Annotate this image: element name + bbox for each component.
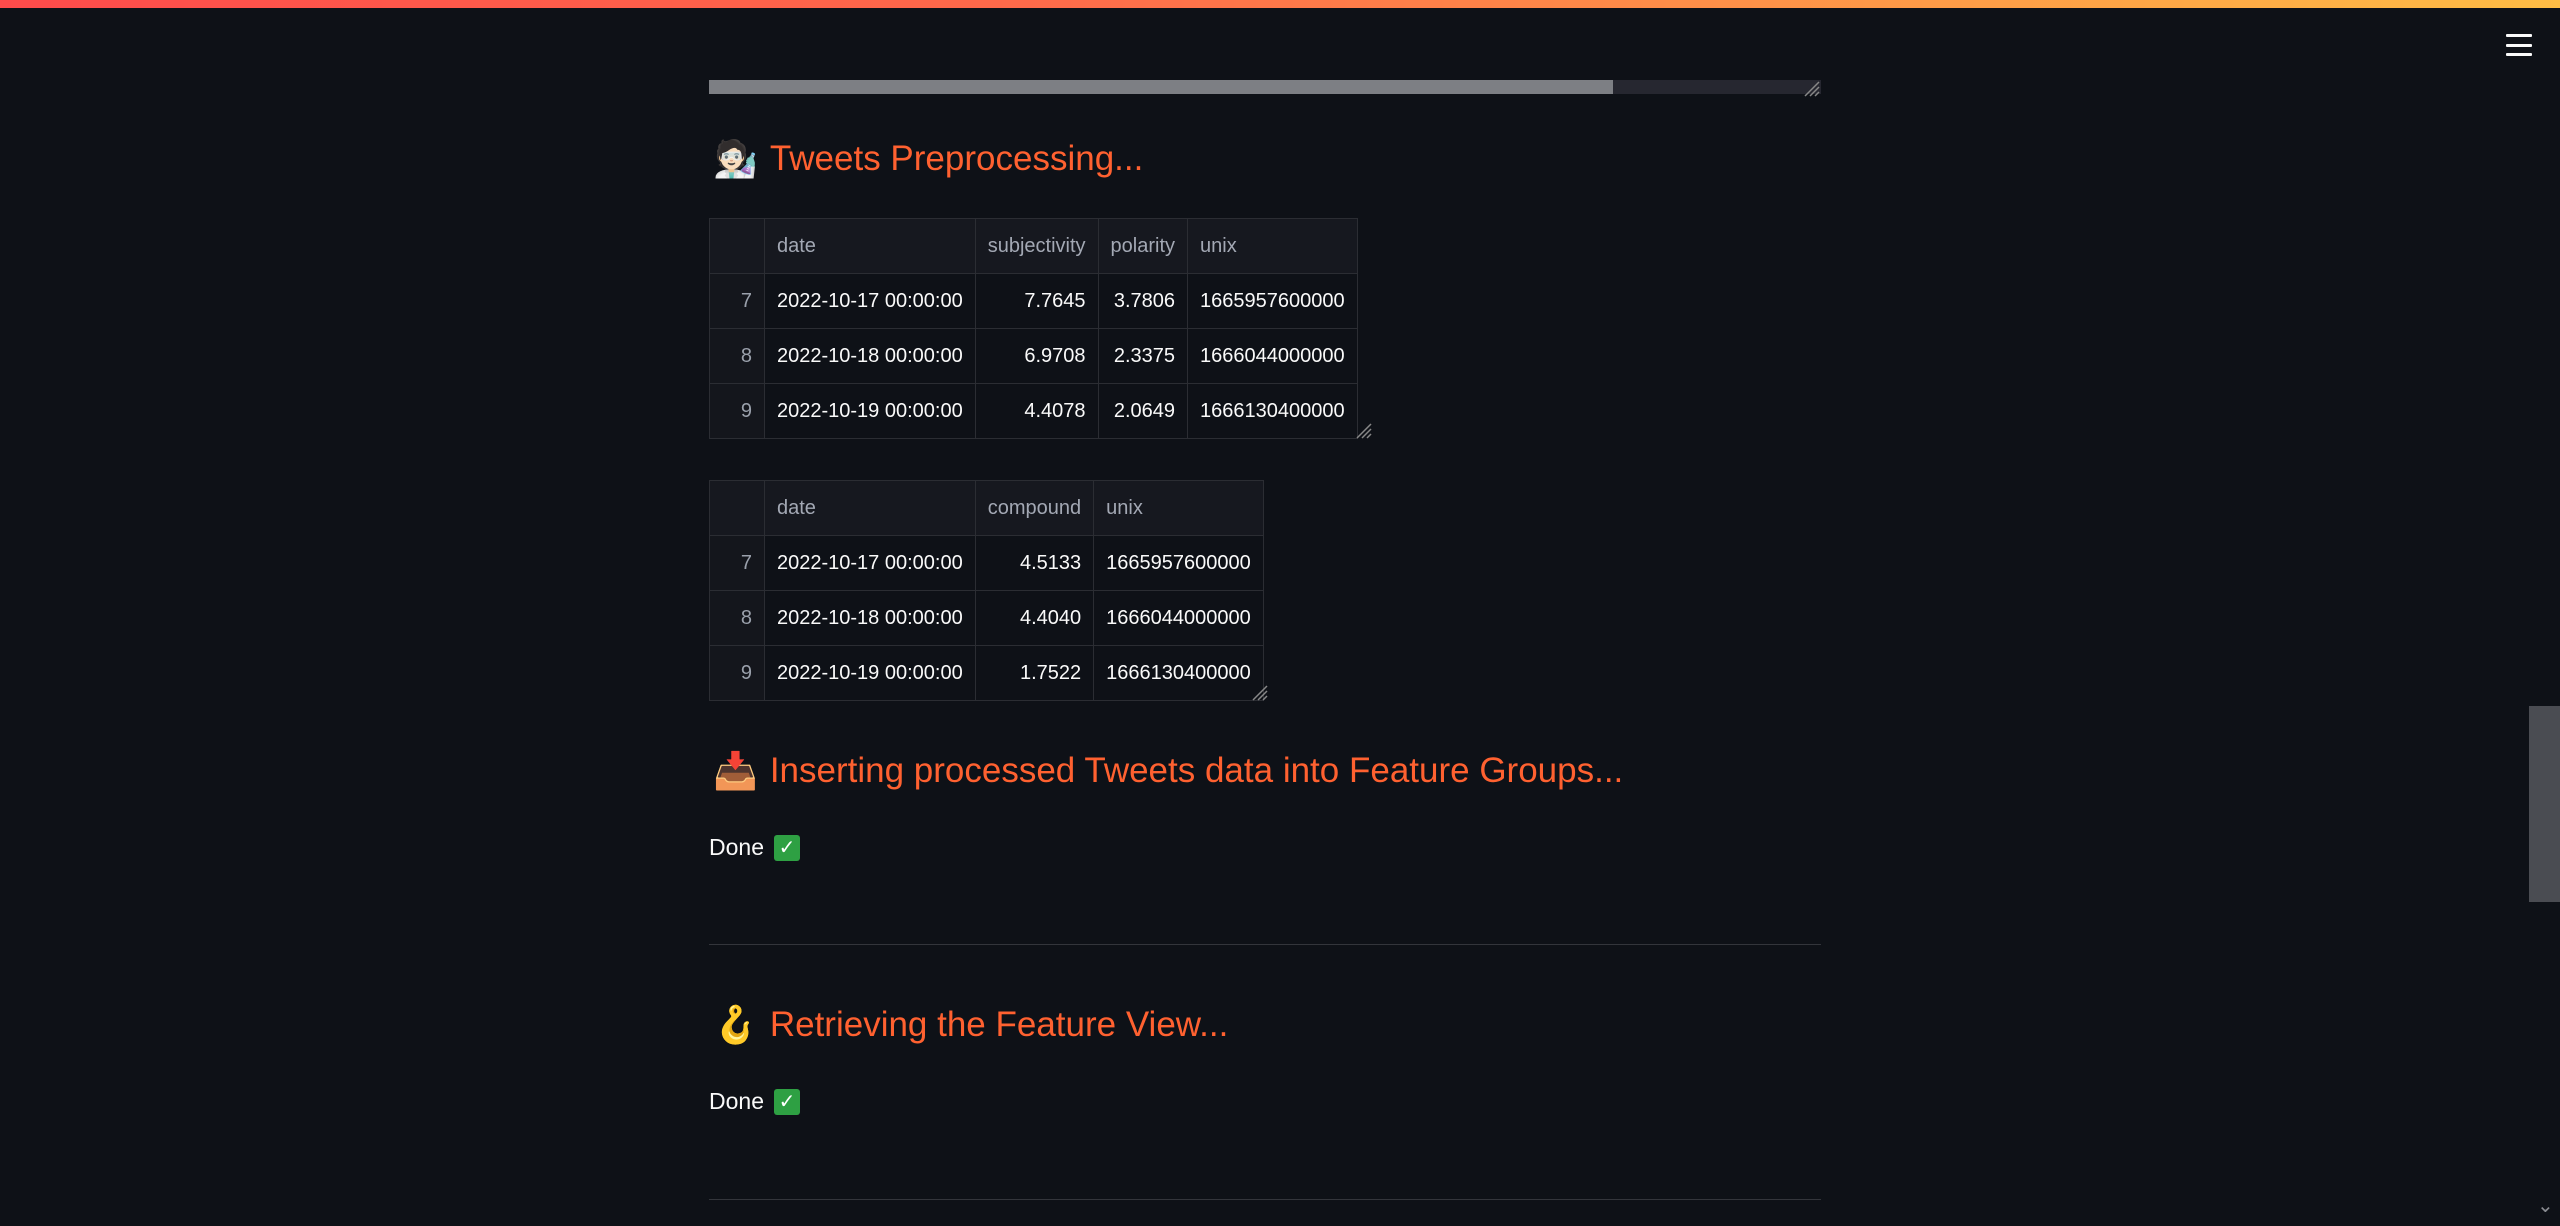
table-row: 7 2022-10-17 00:00:00 7.7645 3.7806 1665…	[709, 273, 1358, 329]
status-text: Done	[709, 834, 764, 860]
column-header-date[interactable]: date	[764, 480, 976, 536]
cell-subjectivity[interactable]: 4.4078	[974, 383, 1099, 439]
cell-date[interactable]: 2022-10-18 00:00:00	[764, 328, 976, 384]
cell-compound[interactable]: 1.7522	[974, 645, 1095, 701]
cell-date[interactable]: 2022-10-19 00:00:00	[764, 383, 976, 439]
cell-compound[interactable]: 4.5133	[974, 535, 1095, 591]
cell-subjectivity[interactable]: 7.7645	[974, 273, 1099, 329]
dataframe-sentiment[interactable]: date subjectivity polarity unix 7 2022-1…	[709, 218, 1358, 439]
resize-grip-icon[interactable]	[1799, 76, 1821, 98]
progress-fill	[709, 80, 1614, 94]
hook-icon: 🪝	[713, 1005, 758, 1046]
row-index: 8	[709, 328, 765, 384]
scrollbar-thumb[interactable]	[2529, 706, 2560, 902]
cell-unix[interactable]: 1666130400000	[1187, 383, 1358, 439]
chevron-down-icon[interactable]: ⌄	[2537, 1196, 2554, 1216]
cell-unix[interactable]: 1666130400000	[1093, 645, 1264, 701]
cell-subjectivity[interactable]: 6.9708	[974, 328, 1099, 384]
divider	[709, 944, 1821, 945]
page-scrollbar[interactable]	[2528, 60, 2560, 1226]
table-row: 9 2022-10-19 00:00:00 4.4078 2.0649 1666…	[709, 383, 1358, 439]
menu-line	[2506, 43, 2532, 47]
progress-bar	[709, 80, 1821, 97]
column-header-unix[interactable]: unix	[1093, 480, 1264, 536]
divider	[709, 1199, 1821, 1200]
section-title-text: Inserting processed Tweets data into Fea…	[769, 751, 1624, 790]
cell-date[interactable]: 2022-10-19 00:00:00	[764, 645, 976, 701]
cell-date[interactable]: 2022-10-17 00:00:00	[764, 535, 976, 591]
index-header	[709, 218, 765, 274]
table-row: 7 2022-10-17 00:00:00 4.5133 16659576000…	[709, 535, 1264, 591]
cell-polarity[interactable]: 2.3375	[1097, 328, 1189, 384]
cell-unix[interactable]: 1666044000000	[1093, 590, 1264, 646]
table-header-row: date subjectivity polarity unix	[709, 218, 1358, 274]
menu-line	[2506, 53, 2532, 56]
cell-unix[interactable]: 1665957600000	[1187, 273, 1358, 329]
table-row: 9 2022-10-19 00:00:00 1.7522 16661304000…	[709, 645, 1264, 701]
hamburger-menu-icon[interactable]	[2506, 34, 2532, 56]
section-title-text: Tweets Preprocessing...	[769, 139, 1144, 178]
table-row: 8 2022-10-18 00:00:00 6.9708 2.3375 1666…	[709, 328, 1358, 384]
check-mark-icon: ✓	[773, 1088, 800, 1115]
row-index: 9	[709, 645, 765, 701]
column-header-polarity[interactable]: polarity	[1097, 218, 1189, 274]
section-title-inserting: 📥 Inserting processed Tweets data into F…	[713, 750, 1623, 792]
section-title-retrieving: 🪝 Retrieving the Feature View...	[713, 1004, 1228, 1046]
column-header-compound[interactable]: compound	[974, 480, 1095, 536]
scientist-icon: 🧑🏻‍🔬	[713, 139, 758, 180]
table-row: 8 2022-10-18 00:00:00 4.4040 16660440000…	[709, 590, 1264, 646]
section-title-text: Retrieving the Feature View...	[769, 1005, 1229, 1044]
cell-polarity[interactable]: 2.0649	[1097, 383, 1189, 439]
status-text: Done	[709, 1088, 764, 1114]
row-index: 7	[709, 273, 765, 329]
index-header	[709, 480, 765, 536]
cell-polarity[interactable]: 3.7806	[1097, 273, 1189, 329]
column-header-date[interactable]: date	[764, 218, 976, 274]
main-content: 🧑🏻‍🔬 Tweets Preprocessing... date subjec…	[709, 0, 1821, 1226]
inbox-tray-icon: 📥	[713, 751, 758, 792]
status-done: Done ✓	[709, 1088, 800, 1115]
section-title-preprocessing: 🧑🏻‍🔬 Tweets Preprocessing...	[713, 138, 1143, 180]
row-index: 8	[709, 590, 765, 646]
row-index: 9	[709, 383, 765, 439]
cell-compound[interactable]: 4.4040	[974, 590, 1095, 646]
cell-unix[interactable]: 1665957600000	[1093, 535, 1264, 591]
table-header-row: date compound unix	[709, 480, 1264, 536]
menu-line	[2506, 34, 2532, 37]
cell-date[interactable]: 2022-10-18 00:00:00	[764, 590, 976, 646]
cell-date[interactable]: 2022-10-17 00:00:00	[764, 273, 976, 329]
resize-grip-icon[interactable]	[1247, 680, 1269, 702]
row-index: 7	[709, 535, 765, 591]
dataframe-compound[interactable]: date compound unix 7 2022-10-17 00:00:00…	[709, 480, 1264, 701]
status-done: Done ✓	[709, 834, 800, 861]
column-header-unix[interactable]: unix	[1187, 218, 1358, 274]
column-header-subjectivity[interactable]: subjectivity	[974, 218, 1099, 274]
resize-grip-icon[interactable]	[1351, 418, 1373, 440]
cell-unix[interactable]: 1666044000000	[1187, 328, 1358, 384]
check-mark-icon: ✓	[773, 834, 800, 861]
